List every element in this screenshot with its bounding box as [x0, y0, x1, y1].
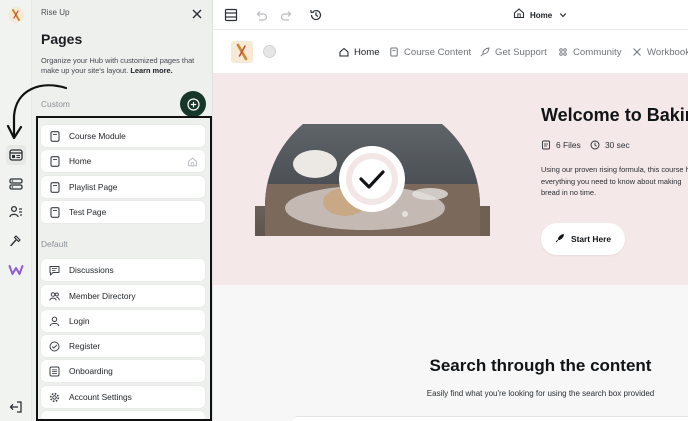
redo-icon[interactable]: [278, 6, 296, 24]
hub-logo[interactable]: [8, 7, 24, 23]
page-item-label: Course Module: [69, 131, 126, 141]
duration-label: 30 sec: [605, 140, 630, 150]
search-box-edge[interactable]: [293, 416, 688, 421]
editor-toolbar: Home: [213, 0, 688, 30]
page-item-label: Test Page: [69, 207, 107, 217]
members-icon[interactable]: [6, 202, 26, 222]
icon-rail: [0, 0, 32, 421]
chat-icon: [49, 265, 60, 276]
file-icon: [541, 140, 551, 150]
avatar[interactable]: [263, 45, 276, 58]
page-item-course-module[interactable]: Course Module: [41, 125, 205, 147]
page-icon: [49, 181, 60, 193]
nav-home-label: Home: [354, 46, 380, 58]
nav-workbook-label: Workbook: [647, 46, 688, 58]
start-here-button[interactable]: Start Here: [541, 223, 625, 255]
app-name: Rise Up: [41, 8, 70, 17]
nav-home[interactable]: Home: [339, 45, 380, 59]
page-selector-dropdown[interactable]: Home: [513, 7, 567, 23]
site-navbar: Home Course Content Get Support Communit…: [213, 31, 688, 73]
page-item-label: Playlist Page: [69, 182, 118, 192]
nav-get-support-label: Get Support: [495, 46, 547, 58]
check-circle-icon: [49, 341, 60, 352]
nav-course-content[interactable]: Course Content: [389, 45, 471, 59]
custom-section-label: Custom: [41, 99, 70, 109]
clock-icon: [590, 140, 600, 150]
members-icon: [49, 291, 60, 302]
add-page-button[interactable]: [180, 91, 206, 117]
history-icon[interactable]: [307, 6, 325, 24]
page-item-label: Onboarding: [69, 366, 113, 376]
book-icon: [389, 47, 399, 57]
home-icon: [513, 6, 525, 24]
page-item-account-settings[interactable]: Account Settings: [41, 386, 205, 408]
chevron-down-icon: [559, 6, 567, 24]
hero-description: Using our proven rising formula, this co…: [541, 165, 688, 198]
page-item-home[interactable]: Home: [41, 150, 205, 172]
search-subtitle: Easily find what you're looking for usin…: [426, 389, 655, 398]
pages-icon[interactable]: [6, 145, 26, 165]
close-icon[interactable]: [190, 7, 204, 21]
hero-section: Welcome to Baking 6 Files 30 sec Using o…: [213, 73, 688, 285]
hero-title: Welcome to Baking: [541, 105, 688, 125]
page-selector-label: Home: [530, 10, 553, 20]
page-item-partial[interactable]: [41, 411, 205, 421]
home-icon: [339, 47, 349, 57]
page-item-onboarding[interactable]: Onboarding: [41, 360, 205, 382]
page-item-label: Register: [69, 341, 101, 351]
page-item-playlist-page[interactable]: Playlist Page: [41, 176, 205, 198]
rocket-icon: [480, 47, 490, 57]
pages-panel: Rise Up Pages Organize your Hub with cus…: [32, 0, 213, 421]
page-icon: [49, 155, 60, 167]
default-section-label: Default: [41, 239, 68, 249]
start-here-label: Start Here: [570, 234, 612, 244]
page-item-label: Discussions: [69, 265, 114, 275]
nav-course-content-label: Course Content: [404, 46, 472, 58]
nav-community[interactable]: Community: [558, 45, 622, 59]
rocket-icon: [555, 230, 565, 248]
nav-workbook[interactable]: Workbook: [632, 45, 688, 59]
undo-icon[interactable]: [252, 6, 270, 24]
page-item-test-page[interactable]: Test Page: [41, 201, 205, 223]
community-icon: [558, 47, 568, 57]
plus-circle-icon: [186, 97, 200, 111]
page-item-register[interactable]: Register: [41, 335, 205, 357]
sections-icon[interactable]: [6, 174, 26, 194]
webflow-w-logo-icon[interactable]: [6, 260, 26, 280]
files-count-label: 6 Files: [556, 140, 581, 150]
exit-icon[interactable]: [6, 397, 26, 417]
files-count: 6 Files: [541, 140, 581, 150]
user-icon: [49, 316, 60, 327]
design-hammer-icon[interactable]: [6, 231, 26, 251]
page-icon: [49, 206, 60, 218]
page-item-login[interactable]: Login: [41, 310, 205, 332]
checklist-icon: [49, 366, 60, 377]
page-item-label: Home: [69, 156, 92, 166]
page-item-label: Login: [69, 316, 90, 326]
panel-description: Organize your Hub with customized pages …: [41, 56, 201, 77]
hero-image: [255, 124, 490, 236]
home-icon: [186, 155, 198, 167]
rolling-pin-logo-icon: [236, 43, 248, 61]
site-logo[interactable]: [231, 41, 253, 63]
nav-get-support[interactable]: Get Support: [480, 45, 547, 59]
rolling-pin-logo-icon: [12, 9, 20, 21]
tools-icon: [632, 47, 642, 57]
layout-toggle-icon[interactable]: [222, 6, 240, 24]
page-icon: [49, 130, 60, 142]
gear-icon: [49, 392, 60, 403]
page-item-discussions[interactable]: Discussions: [41, 259, 205, 281]
nav-community-label: Community: [573, 46, 622, 58]
search-title: Search through the content: [429, 356, 652, 375]
page-item-label: Account Settings: [69, 392, 132, 402]
search-section: Search through the content Easily find w…: [213, 285, 688, 421]
duration: 30 sec: [590, 140, 630, 150]
page-item-member-directory[interactable]: Member Directory: [41, 285, 205, 307]
learn-more-link[interactable]: Learn more.: [130, 66, 172, 75]
panel-title: Pages: [41, 31, 83, 47]
page-item-label: Member Directory: [69, 291, 136, 301]
